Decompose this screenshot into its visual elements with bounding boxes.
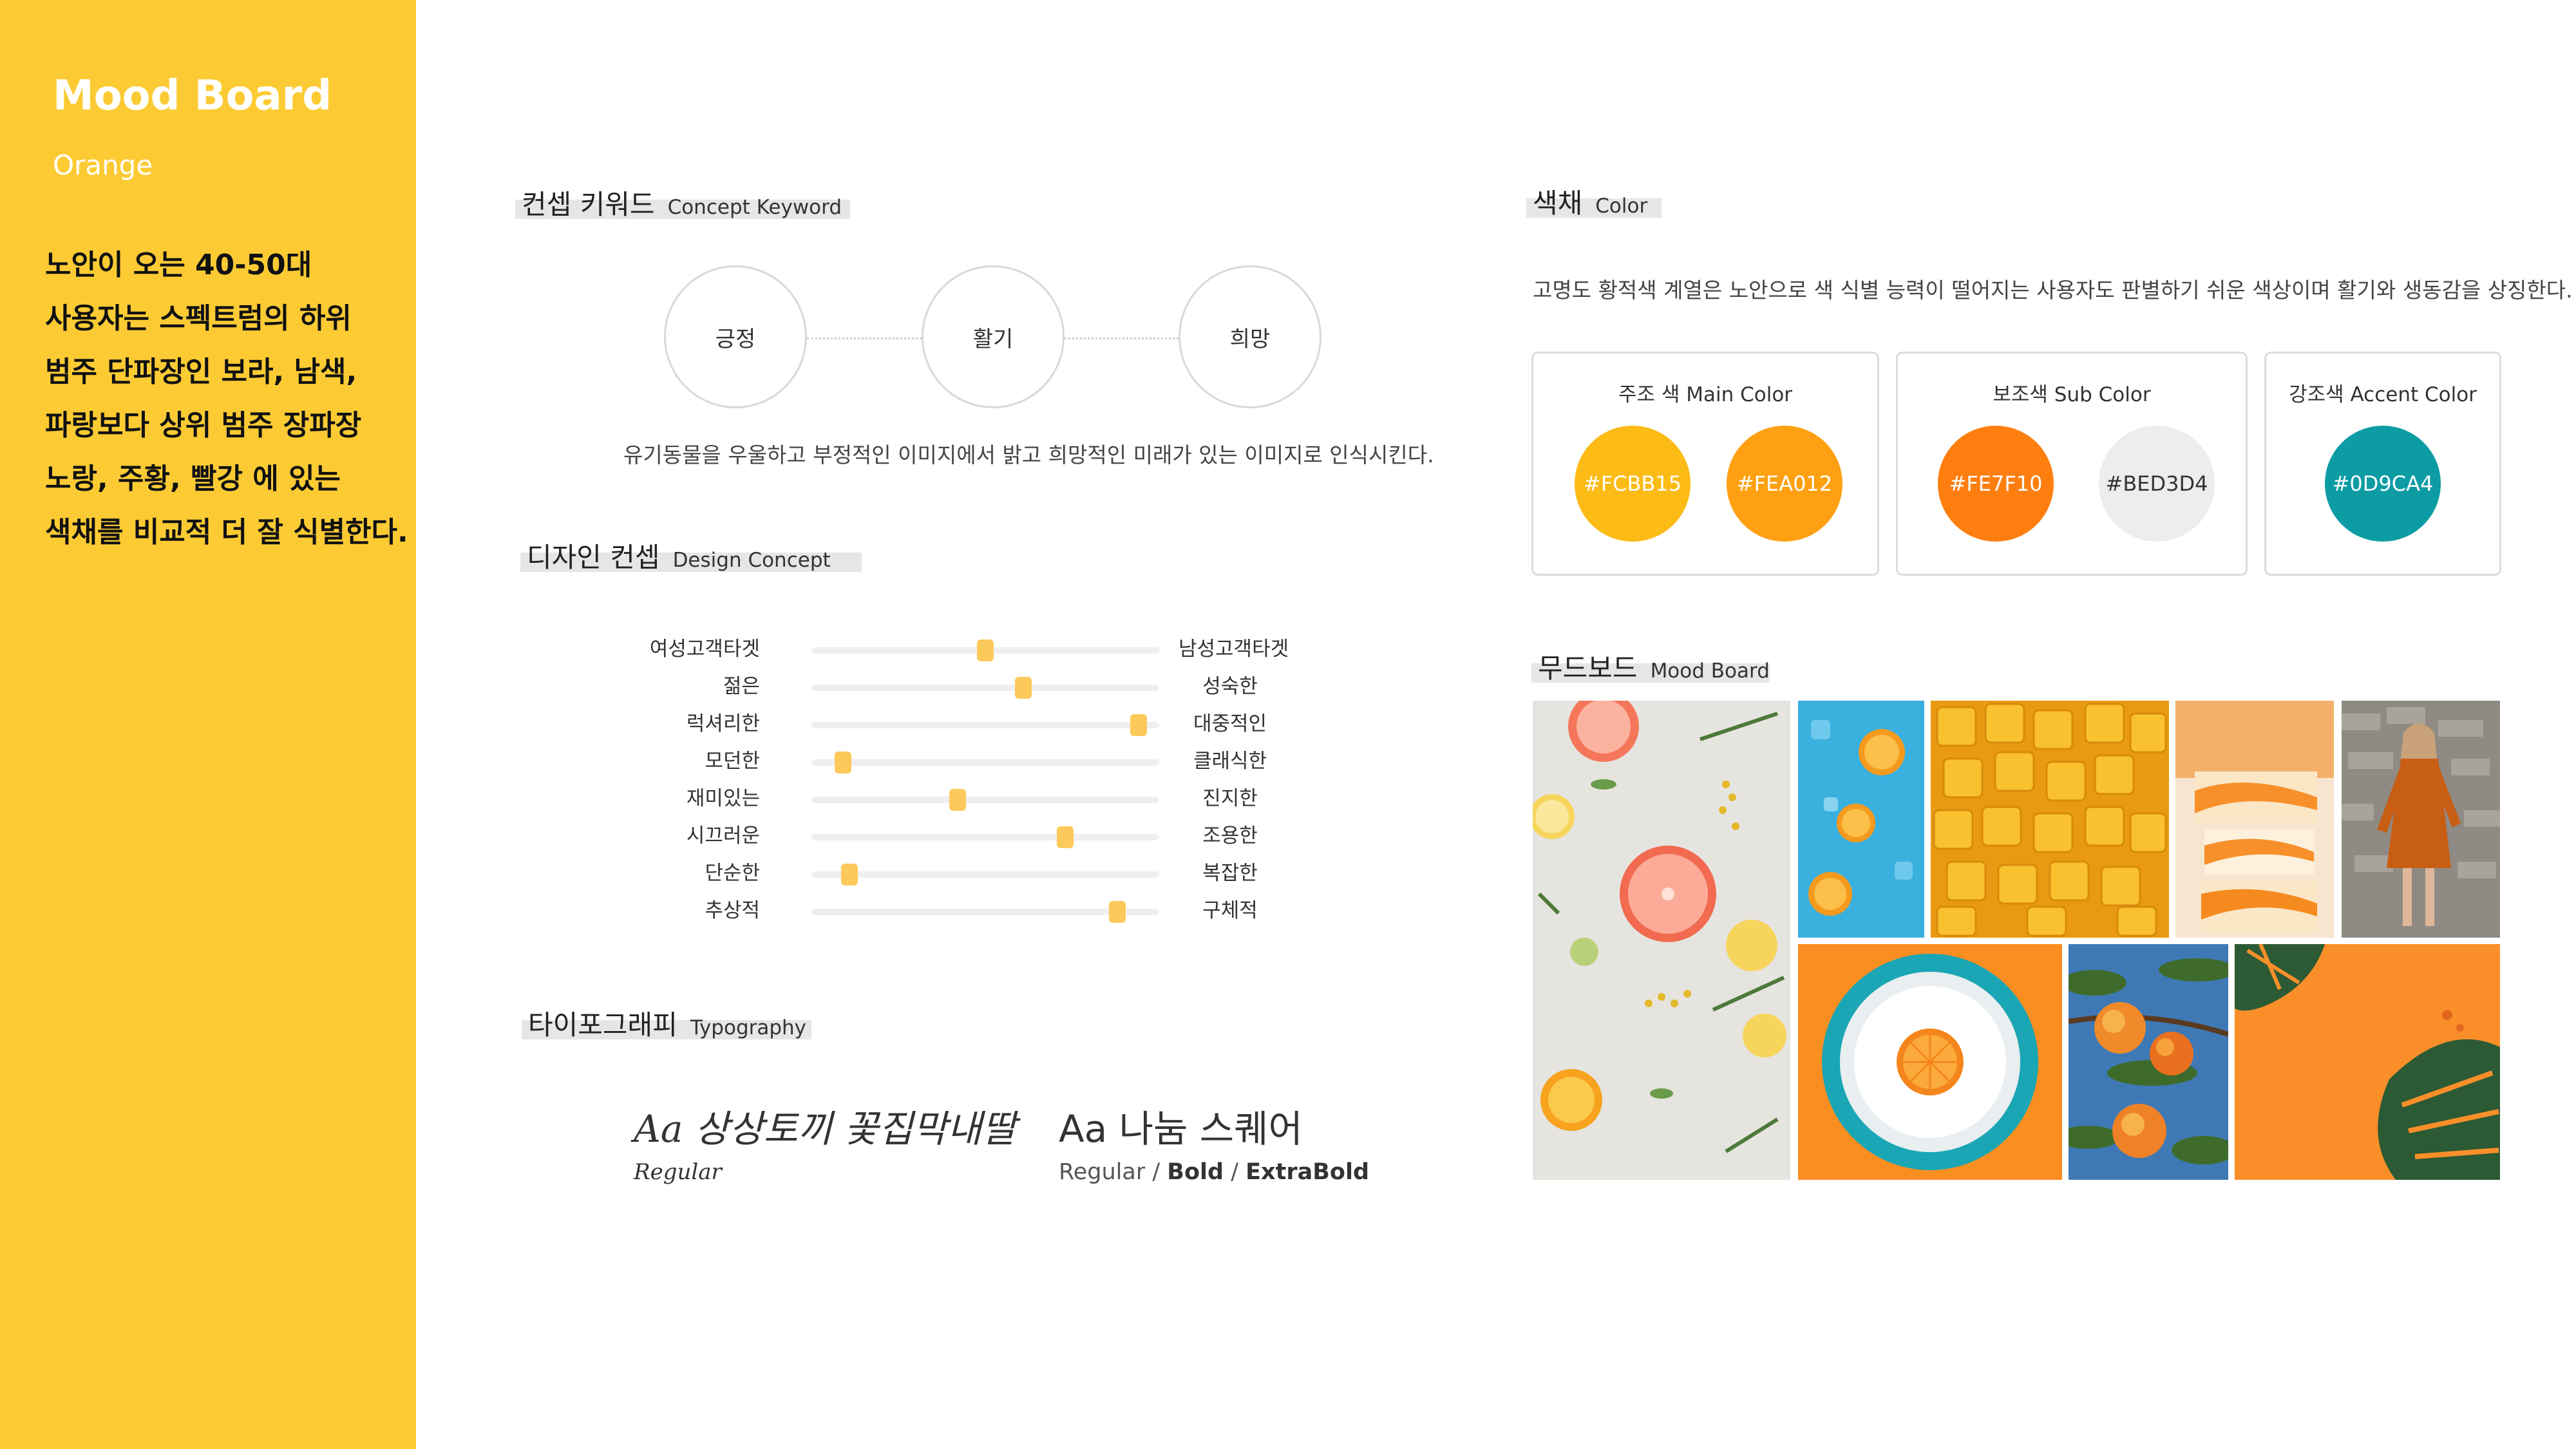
moodboard-photo-monstera <box>2235 944 2500 1180</box>
color-swatch: #FCBB15 <box>1575 426 1690 542</box>
slider-left-label: 젊은 <box>723 675 760 698</box>
keyword-circle: 희망 <box>1179 265 1321 408</box>
slider-right-label: 조용한 <box>1202 824 1258 848</box>
slider-thumb[interactable] <box>977 639 994 661</box>
sidebar-description-line: 사용자는 스펙트럼의 하위 <box>45 302 352 335</box>
color-swatch: #FE7F10 <box>1938 426 2054 542</box>
concept-keyword-title: 컨셉 키워드 <box>522 189 655 220</box>
slider-left-label: 시끄러운 <box>686 824 760 848</box>
moodboard-photo-orange-blue <box>1798 701 1924 938</box>
sidebar-description-line: 색채를 비교적 더 잘 식별한다. <box>45 516 408 549</box>
slider-track[interactable] <box>811 864 1159 886</box>
moodboard-header: 무드보드 Mood Board <box>1531 654 1770 683</box>
main-color-caption: 주조 색 Main Color <box>1618 383 1793 406</box>
design-slider-row: 젊은 성숙한 <box>0 674 2576 699</box>
concept-description: 유기동물을 우울하고 부정적인 이미지에서 밝고 희망적인 미래가 있는 이미지… <box>623 442 1434 468</box>
sidebar-title: Mood Board <box>53 72 332 120</box>
slider-track[interactable] <box>811 789 1159 811</box>
slider-right-label: 복잡한 <box>1202 862 1258 885</box>
sidebar-description-line: 노안이 오는 40-50대 <box>45 249 312 281</box>
color-title: 색채 <box>1533 187 1583 219</box>
color-subtitle: Color <box>1595 194 1648 218</box>
font-sample-weights: Regular / Bold / ExtraBold <box>1059 1159 1369 1185</box>
keyword-circle: 긍정 <box>664 265 807 408</box>
weight-bold: Bold <box>1167 1159 1224 1185</box>
slider-right-label: 클래식한 <box>1193 750 1267 773</box>
sub-color-card: 보조색 Sub Color #FE7F10 #BED3D4 <box>1896 352 2248 576</box>
moodboard-photo-orange-dress <box>2342 701 2500 938</box>
slider-thumb[interactable] <box>949 789 966 811</box>
slider-right-label: 진지한 <box>1202 787 1258 810</box>
weight-separator: / <box>1224 1159 1246 1185</box>
slider-thumb[interactable] <box>1130 714 1147 736</box>
moodboard-title: 무드보드 <box>1538 652 1638 684</box>
slider-left-label: 모던한 <box>705 750 760 773</box>
typography-header: 타이포그래피 Typography <box>522 1011 811 1039</box>
slider-track[interactable] <box>811 752 1159 773</box>
accent-color-card: 강조색 Accent Color #0D9CA4 <box>2264 352 2501 576</box>
moodboard-photo-bowl <box>1798 944 2062 1180</box>
sidebar-description-line: 파랑보다 상위 범주 장파장 <box>45 409 362 442</box>
concept-keyword-subtitle: Concept Keyword <box>667 196 842 219</box>
weight-separator: / <box>1145 1159 1168 1185</box>
color-header: 색채 Color <box>1526 189 1662 218</box>
slider-left-label: 단순한 <box>705 862 760 885</box>
slider-left-label: 추상적 <box>705 899 760 922</box>
keyword-connector <box>807 337 922 339</box>
color-swatch: #0D9CA4 <box>2325 426 2441 542</box>
typography-subtitle: Typography <box>690 1016 807 1039</box>
weight-extrabold: ExtraBold <box>1245 1159 1369 1185</box>
moodboard-subtitle: Mood Board <box>1650 659 1770 683</box>
color-description: 고명도 황적색 계열은 노안으로 색 식별 능력이 떨어지는 사용자도 판별하기… <box>1533 278 2573 303</box>
slider-right-label: 남성고객타겟 <box>1179 638 1289 661</box>
font-sample-name: Aa 나눔 스퀘어 <box>1059 1107 1303 1151</box>
design-concept-subtitle: Design Concept <box>672 549 831 572</box>
typography-title: 타이포그래피 <box>528 1009 677 1041</box>
slider-track[interactable] <box>811 714 1159 736</box>
keyword-connector <box>1065 337 1179 339</box>
design-concept-title: 디자인 컨셉 <box>527 542 660 573</box>
slider-thumb[interactable] <box>1109 901 1126 923</box>
sidebar-description: 노안이 오는 40-50대 사용자는 스펙트럼의 하위 범주 단파장인 보라, … <box>45 238 408 559</box>
slider-thumb[interactable] <box>834 752 851 773</box>
slider-right-label: 성숙한 <box>1202 675 1258 698</box>
font-sample-nanum-square: Aa 나눔 스퀘어 Regular / Bold / ExtraBold <box>1059 1099 1369 1185</box>
design-slider-row: 여성고객타겟 남성고객타겟 <box>0 636 2576 662</box>
slider-track[interactable] <box>811 677 1159 699</box>
slider-thumb[interactable] <box>841 864 858 886</box>
design-concept-header: 디자인 컨셉 Design Concept <box>520 544 862 572</box>
slider-thumb[interactable] <box>1057 826 1074 848</box>
moodboard-photo-candies <box>1931 701 2169 938</box>
slider-left-label: 재미있는 <box>686 787 760 810</box>
sidebar-subtitle: Orange <box>53 149 153 181</box>
concept-keyword-header: 컨셉 키워드 Concept Keyword <box>515 191 850 219</box>
moodboard-photo-fudge <box>2175 701 2334 938</box>
font-sample-name: Aa 상상토끼 꽃집막내딸 <box>634 1107 1016 1151</box>
moodboard-photo-peaches <box>2069 944 2228 1180</box>
slider-left-label: 럭셔리한 <box>686 712 760 735</box>
slider-track[interactable] <box>811 901 1159 923</box>
keyword-circle: 활기 <box>922 265 1065 408</box>
slider-right-label: 구체적 <box>1202 899 1258 922</box>
slider-track[interactable] <box>811 639 1159 661</box>
color-swatch: #FEA012 <box>1727 426 1842 542</box>
sidebar-description-line: 노랑, 주황, 빨강 에 있는 <box>45 462 341 495</box>
weight-regular: Regular <box>1059 1159 1146 1185</box>
slider-left-label: 여성고객타겟 <box>649 638 760 661</box>
moodboard-photo-citrus-flatlay <box>1533 701 1790 1180</box>
slider-thumb[interactable] <box>1015 677 1032 699</box>
font-sample-sangsang: Aa 상상토끼 꽃집막내딸 Regular <box>634 1099 1016 1185</box>
slider-track[interactable] <box>811 826 1159 848</box>
accent-color-caption: 강조색 Accent Color <box>2289 383 2477 406</box>
sidebar-description-line: 범주 단파장인 보라, 남색, <box>45 355 357 388</box>
slider-right-label: 대중적인 <box>1193 712 1267 735</box>
font-sample-weights: Regular <box>634 1159 722 1185</box>
color-swatch: #BED3D4 <box>2099 426 2215 542</box>
main-color-card: 주조 색 Main Color #FCBB15 #FEA012 <box>1531 352 1879 576</box>
sub-color-caption: 보조색 Sub Color <box>1993 383 2151 406</box>
